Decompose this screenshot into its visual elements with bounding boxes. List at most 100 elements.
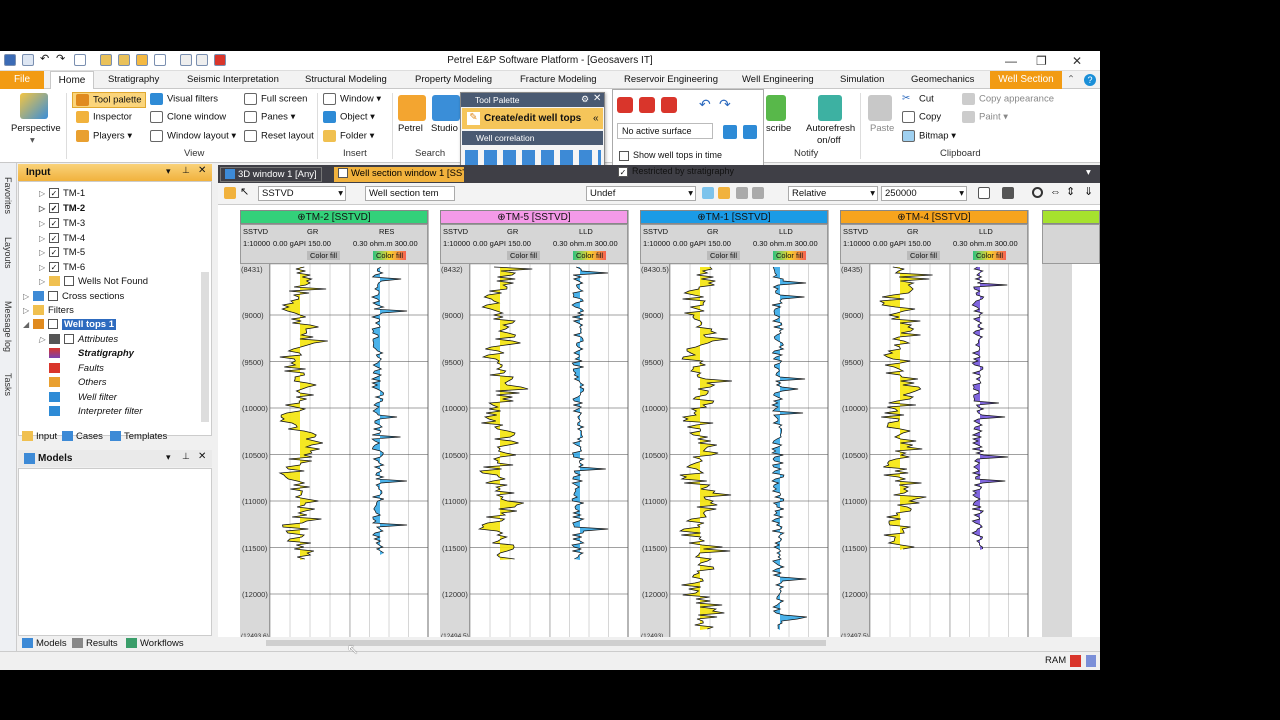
template-select[interactable]: Well section tem [365,186,455,201]
tab-workflows[interactable]: Workflows [126,638,184,649]
well-correlation-section[interactable]: Well correlation [462,131,603,145]
well-header[interactable]: ⊕TM-2 [SSTVD] [240,210,428,224]
tab-geomechanics[interactable]: Geomechanics [911,74,974,85]
copy-button[interactable]: Copy [902,111,941,123]
palette-tools-row-1[interactable] [465,150,601,166]
tab-results[interactable]: Results [72,638,118,649]
tab-models[interactable]: Models [22,638,67,649]
tool-palette-close-icon[interactable]: ✕ [593,93,601,104]
panel-menu-icon[interactable]: ▾ [166,166,171,177]
select-pointer-icon[interactable]: ↖ [240,187,252,199]
window-layout-button[interactable]: Window layout ▾ [150,130,236,142]
layouts-tab[interactable]: Layouts [3,237,13,269]
tree-item-well-tops[interactable]: ◢ Well tops 1 [23,319,116,333]
studio-search-icon[interactable] [432,95,460,121]
zoom-icon[interactable] [1032,187,1043,198]
visual-filters-button[interactable]: Visual filters [150,93,218,105]
tree-item-tm-1[interactable]: ▷ ✓ TM-1 [39,188,85,202]
tab-well-section-window[interactable]: Well section window 1 [SST [334,167,464,182]
insert-object-button[interactable]: Object ▾ [323,111,375,123]
help-icon[interactable]: ? [1084,74,1096,86]
well-header-partial[interactable] [1042,210,1100,224]
restore-button[interactable]: ❐ [1036,54,1047,68]
globe-icon[interactable] [736,187,748,199]
pan-vertical-icon[interactable]: ⇓ [1084,187,1096,199]
tab-simulation[interactable]: Simulation [840,74,884,85]
adjust-icon[interactable] [661,97,677,113]
tree-item-tm-2[interactable]: ▷ ✓ TM-2 [39,203,85,217]
notification-icon[interactable] [1086,655,1096,667]
scale-select[interactable]: 250000 ▾ [881,186,967,201]
undef-select[interactable]: Undef ▾ [586,186,696,201]
tab-file[interactable]: File [0,71,44,89]
tree-item-attributes[interactable]: ▷ Attributes [39,334,118,348]
pin-icon[interactable]: ⊥ [182,165,190,176]
tab-stratigraphy[interactable]: Stratigraphy [108,74,159,85]
players-button[interactable]: Players ▾ [76,130,132,142]
tab-3d-window[interactable]: 3D window 1 [Any] [220,167,322,182]
surface-down-icon[interactable] [743,125,757,139]
tab-well-section[interactable]: Well Section [990,71,1062,89]
insert-window-button[interactable]: Window ▾ [323,93,381,105]
well-header[interactable]: ⊕TM-4 [SSTVD] [840,210,1028,224]
autorefresh-button[interactable]: Autorefresh [806,123,855,134]
studio-search-button[interactable]: Studio [431,123,458,134]
tree-item-well-filter[interactable]: Well filter [49,392,117,406]
perspective-icon[interactable] [20,93,48,119]
well-header[interactable]: ⊕TM-5 [SSTVD] [440,210,628,224]
petrel-search-button[interactable]: Petrel [398,123,423,134]
insert-folder-button[interactable]: Folder ▾ [323,130,374,142]
well-header[interactable]: ⊕TM-1 [SSTVD] [640,210,828,224]
tasks-tab[interactable]: Tasks [3,373,13,396]
subscribe-button[interactable]: scribe [766,123,791,134]
tab-well-engineering[interactable]: Well Engineering [742,74,814,85]
perspective-button[interactable]: Perspective [11,123,61,134]
tree-item-tm-4[interactable]: ▷ ✓ TM-4 [39,233,85,247]
tab-seismic-interpretation[interactable]: Seismic Interpretation [187,74,279,85]
tree-item-filters[interactable]: ▷ Filters [23,305,74,319]
collapse-palette-icon[interactable]: « [593,113,599,124]
petrel-search-icon[interactable] [398,95,426,121]
undo-icon[interactable]: ↶ [699,96,711,113]
camera-icon[interactable] [1002,187,1014,199]
tree-item-stratigraphy[interactable]: Stratigraphy [49,348,134,362]
tree-item-cross-sections[interactable]: ▷ Cross sections [23,291,124,305]
pan-icon[interactable] [224,187,236,199]
fit-icon[interactable]: ⇔ [1050,187,1062,199]
document-tabs-dropdown-icon[interactable]: ▾ [1082,166,1095,181]
tool-palette-settings-icon[interactable]: ⚙ [581,94,589,105]
surface-up-icon[interactable] [723,125,737,139]
depth-domain-select[interactable]: SSTVD ▾ [258,186,346,201]
pick-icon[interactable] [639,97,655,113]
tree-item-tm-3[interactable]: ▷ ✓ TM-3 [39,218,85,232]
inspector-button[interactable]: Inspector [76,111,132,123]
full-screen-button[interactable]: Full screen [244,93,307,105]
tab-reservoir-engineering[interactable]: Reservoir Engineering [624,74,718,85]
tab-fracture-modeling[interactable]: Fracture Modeling [520,74,597,85]
create-edit-well-tops-button[interactable]: Create/edit well tops [462,108,603,129]
well-section-canvas[interactable]: ⊕TM-2 [SSTVD] SSTVD 1:10000 GR 0.00 gAPI 150… [218,205,1100,645]
paint-button[interactable]: Paint ▾ [962,111,1008,123]
tool-palette-button[interactable]: Tool palette [72,92,146,108]
favorites-tab[interactable]: Favorites [3,177,13,214]
cut-button[interactable]: ✂ Cut [902,93,934,105]
paste-icon[interactable] [868,95,892,121]
view-icon[interactable] [702,187,714,199]
tree-item-tm-5[interactable]: ▷ ✓ TM-5 [39,247,85,261]
redo-icon[interactable]: ↷ [719,96,731,113]
layout-options-icon[interactable] [978,187,990,199]
perspective-dropdown-icon[interactable]: ▾ [30,135,35,146]
fill-icon[interactable] [718,187,730,199]
measure-icon[interactable] [752,187,764,199]
reset-layout-button[interactable]: Reset layout [244,130,314,142]
minimize-button[interactable]: — [1005,54,1017,68]
eraser-icon[interactable] [617,97,633,113]
autorefresh-icon[interactable] [818,95,842,121]
tab-cases[interactable]: Cases [62,431,103,442]
models-close-icon[interactable]: ✕ [198,451,206,462]
subscribe-icon[interactable] [766,95,786,121]
models-pin-icon[interactable]: ⊥ [182,451,190,462]
tree-item-interpreter-filter[interactable]: Interpreter filter [49,406,142,420]
tree-item-others[interactable]: Others [49,377,107,391]
models-menu-icon[interactable]: ▾ [166,452,171,463]
